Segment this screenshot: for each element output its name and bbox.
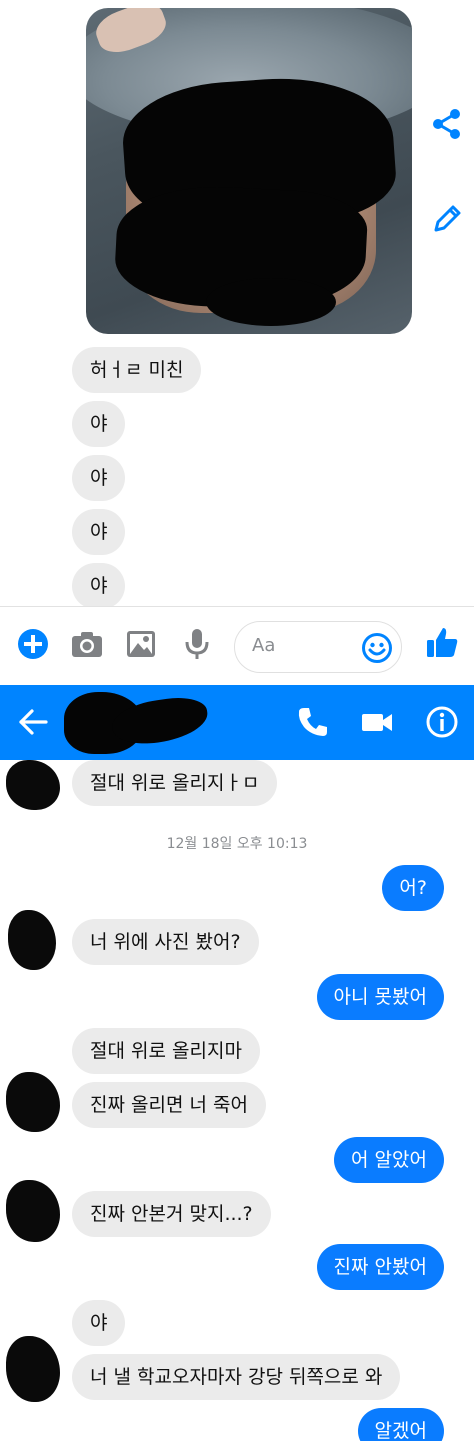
message-bubble-incoming[interactable]: 너 위에 사진 봤어? bbox=[72, 919, 259, 965]
message-bubble-outgoing[interactable]: 진짜 안봤어 bbox=[316, 1244, 444, 1290]
message-bubble-incoming[interactable]: 너 낼 학교오자마자 강당 뒤쪽으로 와 bbox=[72, 1354, 401, 1400]
message-composer: Aa bbox=[0, 606, 474, 685]
info-icon[interactable] bbox=[425, 705, 459, 739]
video-camera-icon[interactable] bbox=[360, 705, 394, 739]
edit-pencil-icon[interactable] bbox=[430, 202, 464, 236]
message-bubble-incoming[interactable]: 야 bbox=[72, 401, 126, 447]
camera-icon[interactable] bbox=[70, 627, 104, 661]
message-input[interactable]: Aa bbox=[234, 621, 402, 673]
message-input-placeholder: Aa bbox=[252, 635, 276, 656]
message-bubble-incoming[interactable]: 진짜 올리면 너 죽어 bbox=[72, 1082, 266, 1128]
share-icon[interactable] bbox=[430, 107, 464, 141]
back-arrow-icon[interactable] bbox=[16, 705, 50, 739]
contact-avatar-redacted bbox=[6, 1336, 60, 1402]
emoji-icon[interactable] bbox=[361, 632, 393, 664]
message-bubble-outgoing[interactable]: 어 알았어 bbox=[334, 1137, 444, 1183]
message-bubble-incoming[interactable]: 허ㅓㄹ 미친 bbox=[72, 347, 202, 393]
message-bubble-outgoing[interactable]: 어? bbox=[382, 865, 444, 911]
phone-icon[interactable] bbox=[296, 705, 330, 739]
contact-avatar-redacted bbox=[6, 1072, 60, 1132]
gallery-icon[interactable] bbox=[124, 627, 158, 661]
message-bubble-incoming[interactable]: 진짜 안본거 맞지...? bbox=[72, 1191, 271, 1237]
message-bubble-incoming[interactable]: 절대 위로 올리지마 bbox=[72, 1028, 260, 1074]
message-timestamp: 12월 18일 오후 10:13 bbox=[166, 836, 308, 852]
contact-avatar-redacted bbox=[8, 910, 56, 970]
message-bubble-incoming[interactable]: 야 bbox=[72, 455, 126, 501]
message-bubble-outgoing[interactable]: 알겠어 bbox=[357, 1408, 444, 1441]
shared-photo[interactable] bbox=[86, 8, 412, 334]
message-bubble-incoming[interactable]: 야 bbox=[72, 563, 126, 609]
microphone-icon[interactable] bbox=[180, 627, 214, 661]
message-bubble-incoming[interactable]: 야 bbox=[72, 509, 126, 555]
message-bubble-outgoing[interactable]: 아니 못봤어 bbox=[316, 974, 444, 1020]
message-bubble-incoming[interactable]: 야 bbox=[72, 1300, 126, 1346]
plus-icon[interactable] bbox=[16, 627, 50, 661]
upper-chat-screenshot: 허ㅓㄹ 미친 야 야 야 야 Aa bbox=[0, 0, 474, 685]
redaction-scribble bbox=[206, 278, 336, 326]
contact-avatar-redacted bbox=[6, 1180, 60, 1242]
thumbs-up-icon[interactable] bbox=[424, 625, 460, 661]
message-bubble-incoming[interactable]: 절대 위로 올리지ㅏㅁ bbox=[72, 760, 278, 806]
contact-avatar-redacted bbox=[6, 760, 60, 810]
